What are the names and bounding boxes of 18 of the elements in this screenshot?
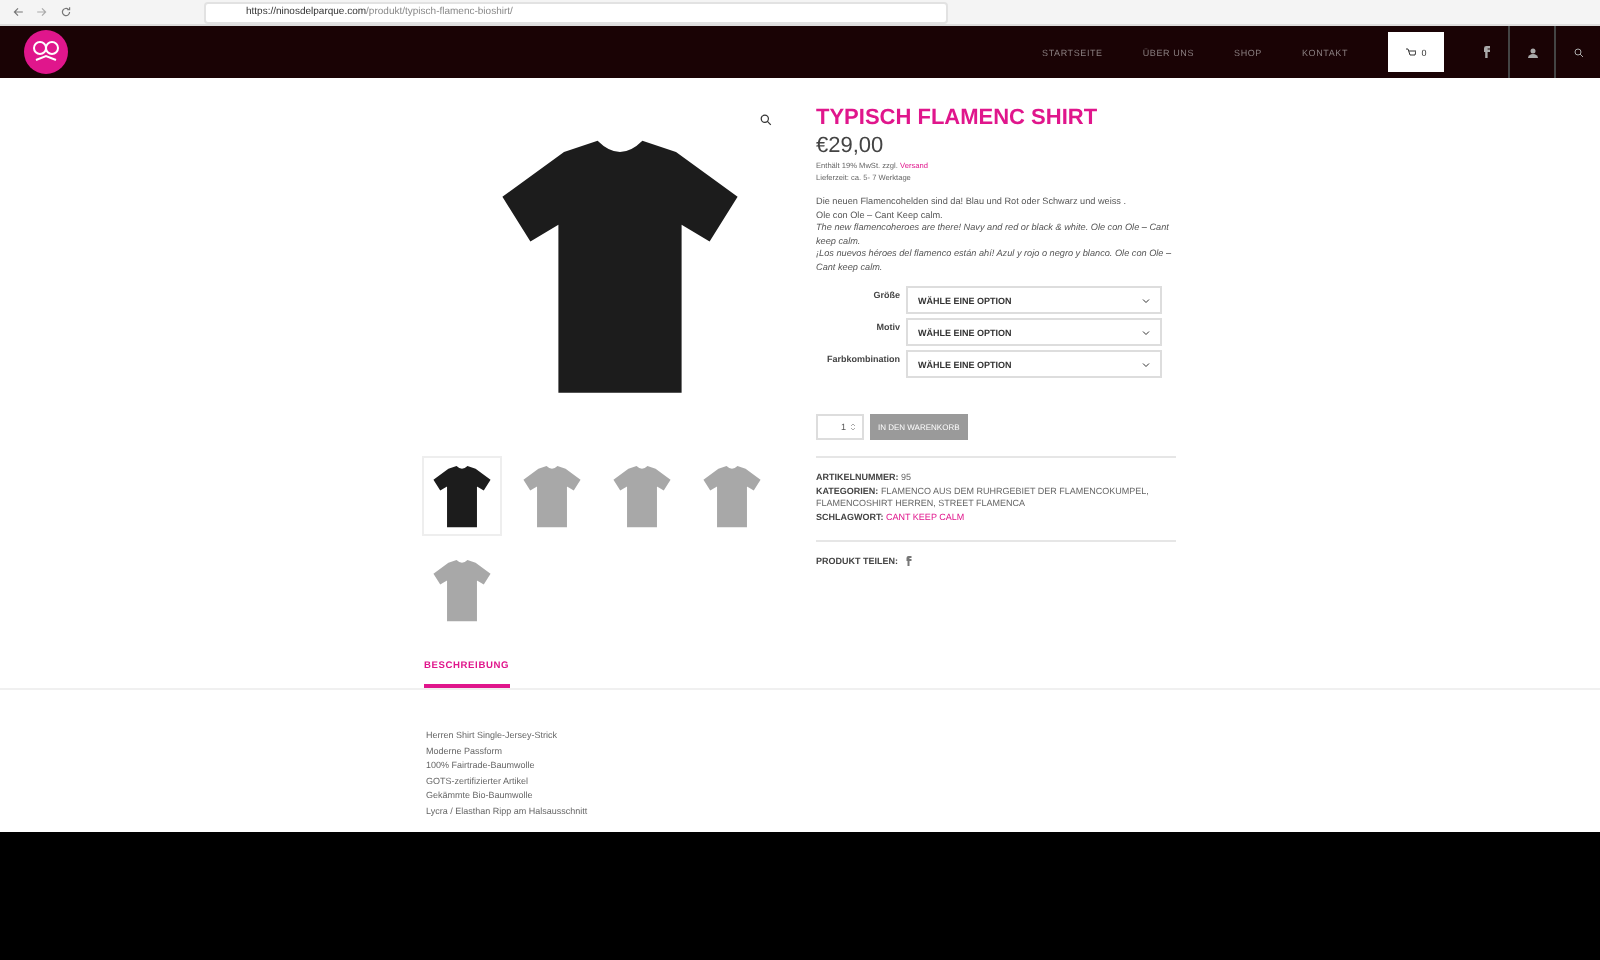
tshirt-drawing — [428, 556, 496, 624]
zoom-icon[interactable] — [760, 114, 772, 126]
chevron-down-icon — [1142, 329, 1150, 335]
cart-icon — [1405, 47, 1416, 57]
tshirt-drawing — [608, 462, 676, 530]
tshirt-drawing — [518, 462, 586, 530]
tshirt-drawing — [698, 462, 766, 530]
tshirt-drawing — [428, 462, 496, 530]
product-thumbnail[interactable] — [424, 458, 500, 534]
facebook-icon[interactable] — [906, 556, 912, 566]
chevron-down-icon — [1142, 297, 1150, 303]
forward-arrow-icon[interactable] — [36, 6, 48, 18]
chevron-down-icon — [1142, 361, 1150, 367]
product-price: €29,00 — [816, 134, 886, 158]
back-arrow-icon[interactable] — [12, 6, 24, 18]
logo-icon[interactable] — [24, 30, 68, 74]
product-title: TYPISCH FLAMENC SHIRT — [816, 106, 1100, 130]
reload-icon[interactable] — [60, 6, 72, 18]
